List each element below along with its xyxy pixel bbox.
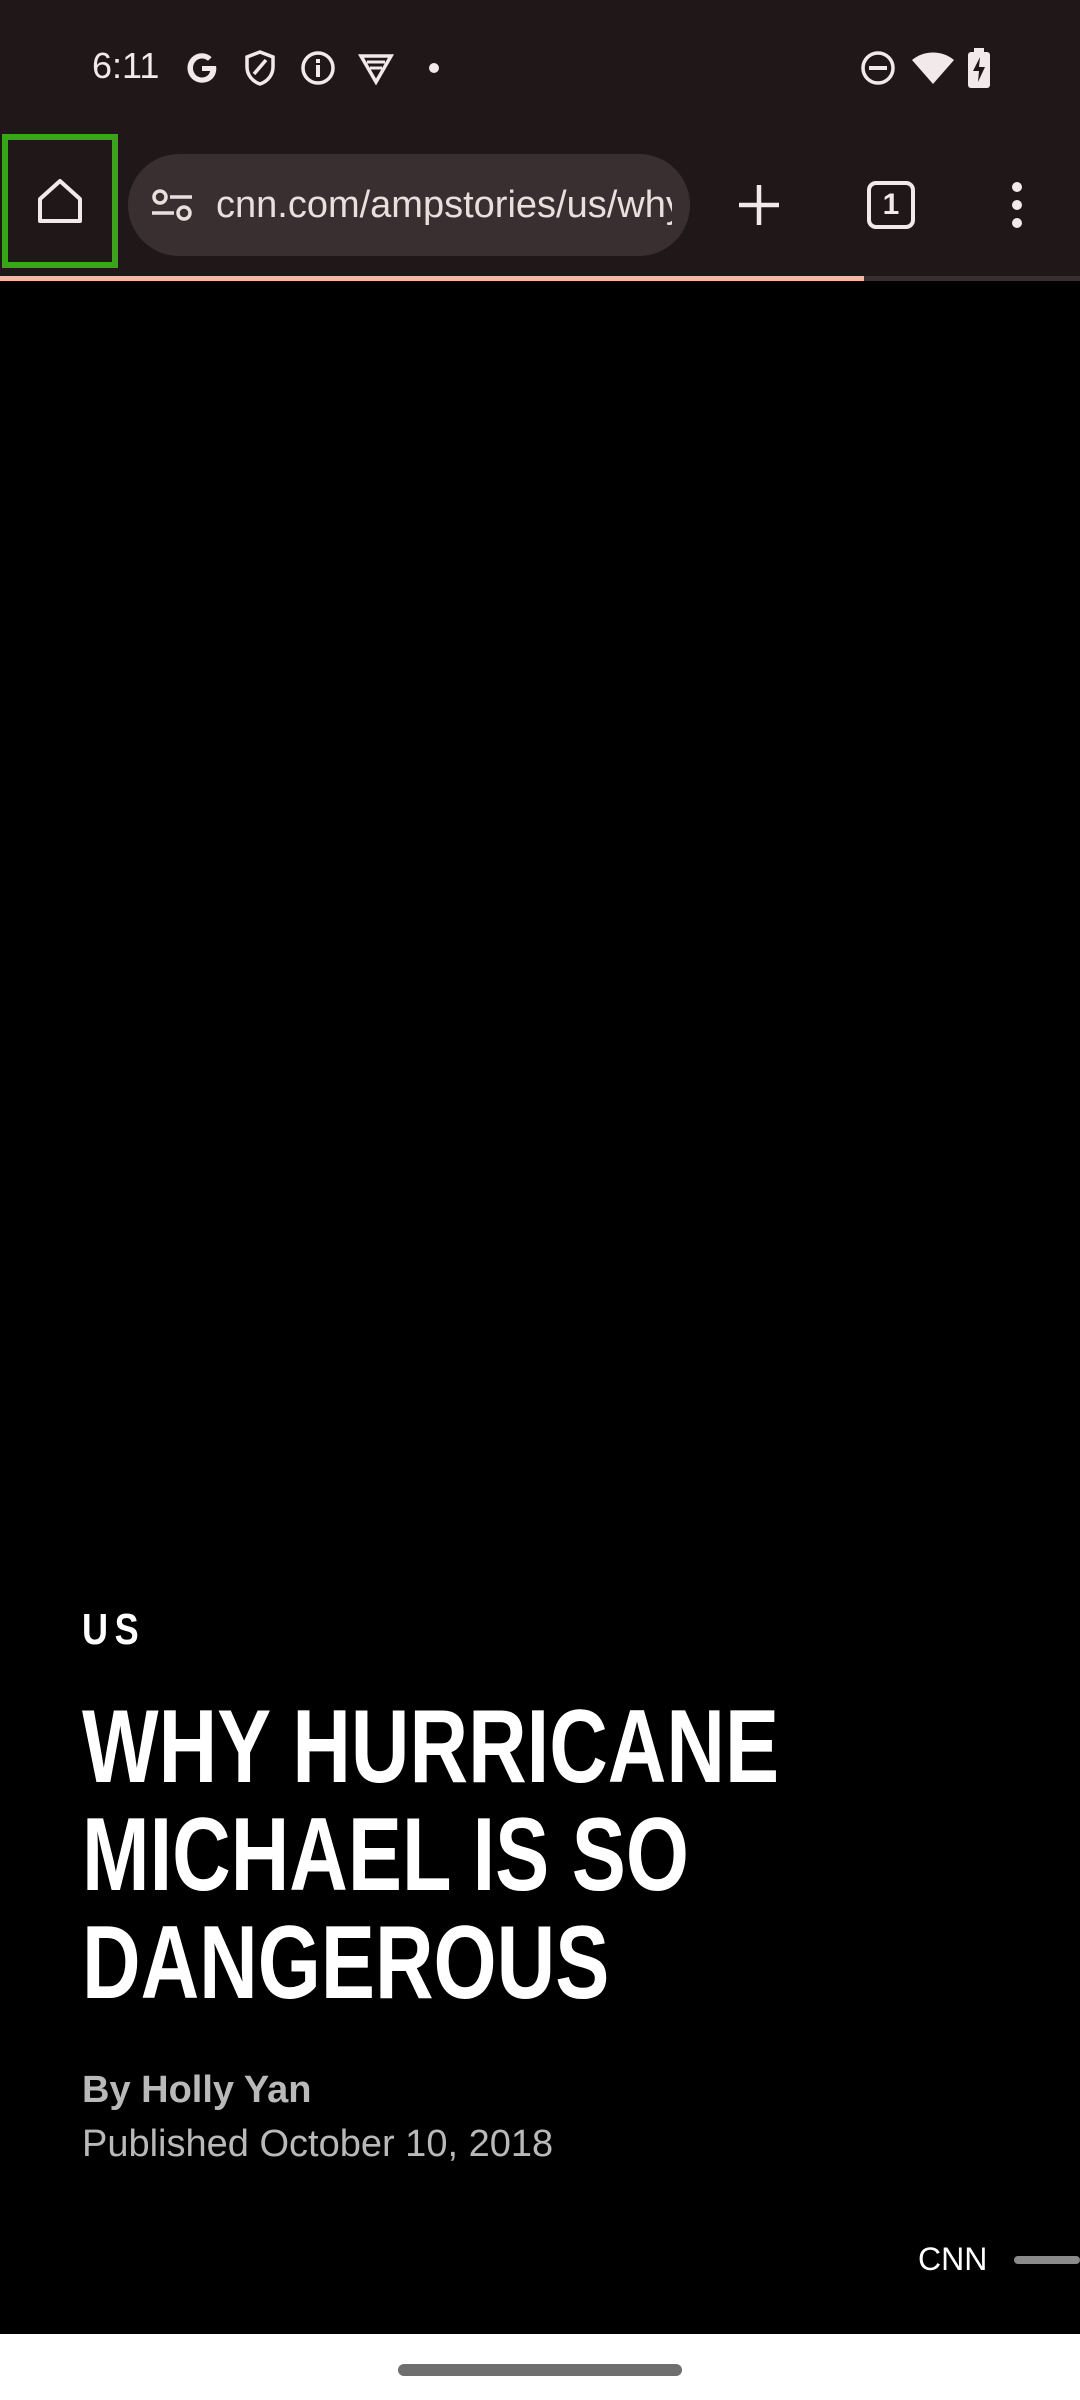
tab-switcher-button[interactable]: 1 (856, 170, 926, 240)
home-icon (38, 179, 82, 223)
url-text[interactable]: cnn.com/ampstories/us/why-hurricane-mich… (216, 184, 672, 227)
browser-toolbar: cnn.com/ampstories/us/why-hurricane-mich… (0, 132, 1080, 278)
story-headline: WHY HURRICANE MICHAEL IS SO DANGEROUS (82, 1689, 780, 2021)
story-progress-indicator (1014, 2256, 1080, 2264)
site-settings-icon[interactable] (148, 181, 196, 229)
tab-count: 1 (882, 188, 900, 221)
shield-icon (240, 48, 280, 88)
story-byline: By Holly Yan (82, 2069, 312, 2111)
plus-icon (739, 185, 779, 225)
story-page[interactable]: US WHY HURRICANE MICHAEL IS SO DANGEROUS… (0, 281, 1080, 2334)
new-tab-button[interactable] (724, 170, 794, 240)
menu-button[interactable] (982, 170, 1052, 240)
do-not-disturb-icon (858, 48, 898, 88)
story-section-label[interactable]: US (82, 1605, 145, 1655)
info-icon (298, 48, 338, 88)
status-time: 6:11 (92, 45, 160, 86)
story-brand-label[interactable]: CNN (918, 2241, 987, 2278)
google-icon (182, 48, 222, 88)
wifi-icon (910, 48, 956, 88)
vpn-icon (356, 48, 396, 88)
home-button[interactable] (2, 134, 118, 268)
notification-dot-icon (414, 48, 454, 88)
more-vert-icon (1012, 182, 1022, 228)
gesture-handle[interactable] (398, 2364, 682, 2376)
gesture-nav-bar (0, 2334, 1080, 2400)
battery-charging-icon (966, 48, 992, 88)
story-published-date: Published October 10, 2018 (82, 2123, 554, 2165)
status-bar: 6:11 (0, 0, 1080, 132)
url-bar[interactable]: cnn.com/ampstories/us/why-hurricane-mich… (128, 154, 690, 256)
